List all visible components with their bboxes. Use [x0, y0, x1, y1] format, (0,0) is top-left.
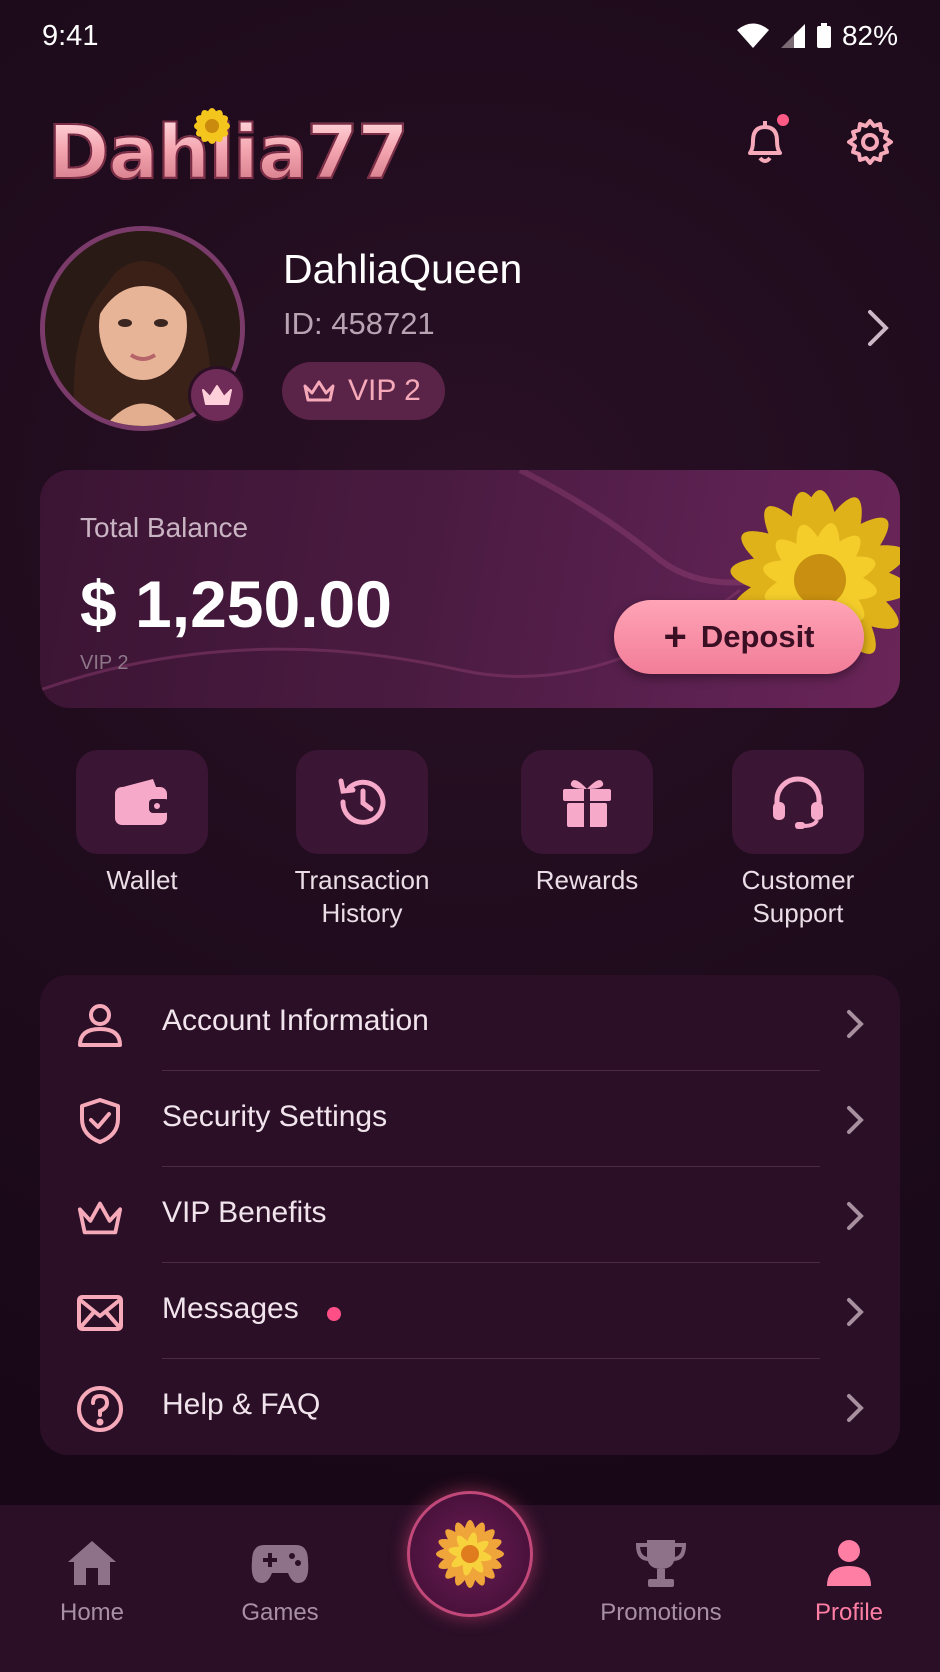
chevron-right-icon — [846, 1105, 864, 1140]
history-icon — [338, 778, 386, 825]
profile-icon — [769, 1533, 929, 1593]
vip-level-badge[interactable]: VIP 2 — [282, 362, 445, 420]
nav-label: Home — [59, 1599, 125, 1626]
nav-label: Profile — [814, 1599, 884, 1626]
quick-action-label: Transaction History — [294, 865, 430, 928]
shield-check-icon — [76, 1097, 124, 1145]
quick-action-label: Wallet — [106, 865, 178, 895]
trophy-icon — [581, 1533, 741, 1593]
signal-icon — [780, 23, 806, 49]
home-icon — [12, 1533, 172, 1593]
quick-actions: Wallet Transaction History Rewards Custo… — [40, 750, 900, 930]
bottom-navigation: Home Games Promotions Profile — [0, 1491, 940, 1672]
status-bar: 9:41 82% — [0, 0, 940, 76]
quick-action-customer-support[interactable]: Customer Support — [718, 750, 878, 930]
nav-games[interactable]: Games — [200, 1533, 360, 1627]
menu-item-label: Help & FAQ — [162, 1388, 321, 1421]
gift-icon — [563, 780, 611, 827]
deposit-button[interactable]: + Deposit — [614, 600, 864, 674]
notification-dot — [777, 114, 789, 126]
balance-label: Total Balance — [80, 512, 249, 543]
headset-icon — [773, 776, 823, 829]
chevron-right-icon — [846, 1009, 864, 1044]
quick-action-tile[interactable] — [521, 750, 653, 854]
chevron-right-icon[interactable] — [866, 308, 890, 353]
balance-amount: $ 1,250.00 — [80, 567, 392, 641]
menu-item-help-faq[interactable]: Help & FAQ — [40, 1359, 900, 1455]
balance-card: Total Balance $ 1,250.00 VIP 2 + Deposit — [40, 470, 900, 708]
nav-promotions[interactable]: Promotions — [581, 1533, 741, 1627]
mail-icon — [76, 1289, 124, 1337]
menu-item-label: VIP Benefits — [162, 1196, 327, 1229]
menu-item-security-settings[interactable]: Security Settings — [40, 1071, 900, 1167]
quick-action-label: Customer Support — [741, 865, 855, 928]
quick-action-tile[interactable] — [296, 750, 428, 854]
nav-label: Promotions — [600, 1599, 722, 1626]
quick-action-tile[interactable] — [76, 750, 208, 854]
menu-item-label: Security Settings — [162, 1100, 388, 1133]
chevron-right-icon — [846, 1393, 864, 1428]
quick-action-wallet[interactable]: Wallet — [62, 750, 222, 897]
deposit-label: Deposit — [700, 619, 815, 654]
nav-label: Games — [241, 1599, 319, 1626]
app-header: Dahlia77 — [0, 90, 940, 200]
help-icon — [76, 1385, 124, 1433]
nav-home[interactable]: Home — [12, 1533, 172, 1627]
settings-menu: Account Information Security Settings VI… — [40, 975, 900, 1455]
chevron-right-icon — [846, 1297, 864, 1332]
quick-action-tile[interactable] — [732, 750, 864, 854]
menu-item-account-information[interactable]: Account Information — [40, 975, 900, 1071]
status-indicators: 82% — [736, 20, 898, 52]
settings-button[interactable] — [840, 112, 900, 172]
username: DahliaQueen — [283, 246, 523, 292]
quick-action-rewards[interactable]: Rewards — [507, 750, 667, 897]
notifications-button[interactable] — [735, 112, 795, 172]
menu-item-vip-benefits[interactable]: VIP Benefits — [40, 1167, 900, 1263]
battery-percent: 82% — [841, 20, 898, 51]
vip-crown-badge — [188, 366, 246, 424]
gamepad-icon — [200, 1533, 360, 1593]
menu-item-label: Messages — [162, 1292, 299, 1325]
wallet-icon — [115, 779, 169, 825]
chevron-right-icon — [846, 1201, 864, 1236]
brand-logo[interactable]: Dahlia77 — [44, 102, 410, 202]
nav-center-home-button[interactable] — [407, 1491, 533, 1617]
menu-item-messages[interactable]: Messages — [40, 1263, 900, 1359]
logo-flower-icon — [194, 108, 230, 144]
quick-action-label: Rewards — [535, 865, 639, 895]
profile-summary[interactable]: DahliaQueen ID: 458721 VIP 2 — [40, 226, 900, 436]
battery-icon — [816, 23, 832, 49]
user-icon — [76, 1001, 124, 1049]
status-time: 9:41 — [42, 20, 99, 52]
unread-dot — [327, 1307, 341, 1321]
dahlia-flower-icon — [436, 1520, 504, 1588]
wifi-icon — [736, 23, 770, 49]
crown-icon — [202, 385, 232, 405]
gear-icon — [847, 119, 893, 165]
nav-profile[interactable]: Profile — [769, 1533, 929, 1627]
menu-item-label: Account Information — [162, 1004, 429, 1037]
crown-icon — [76, 1193, 124, 1241]
crown-icon — [303, 380, 335, 402]
quick-action-transaction-history[interactable]: Transaction History — [282, 750, 442, 930]
vip-level-label: VIP 2 — [348, 374, 421, 407]
plus-icon: + — [663, 615, 687, 659]
user-id: ID: 458721 — [283, 306, 435, 341]
balance-vip-caption: VIP 2 — [80, 652, 129, 674]
